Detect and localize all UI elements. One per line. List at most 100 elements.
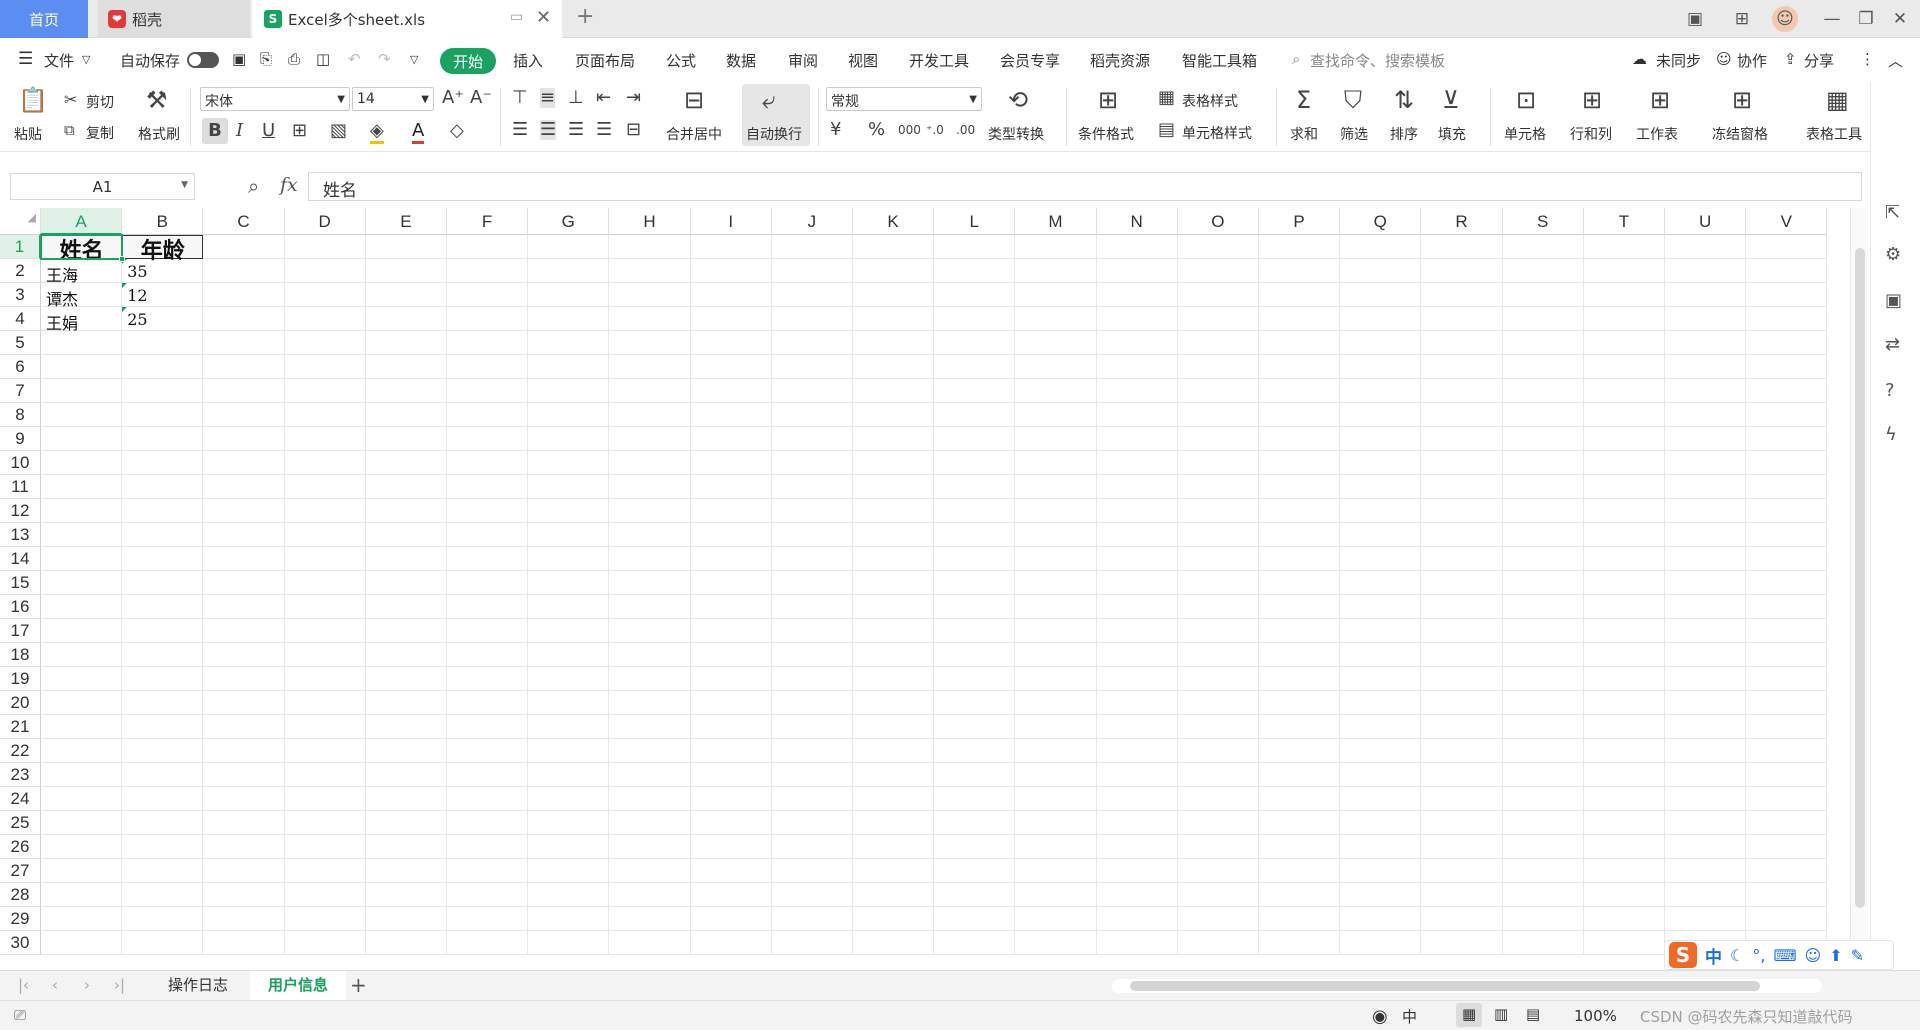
currency-icon[interactable]: ¥ — [830, 120, 841, 140]
outdent-icon[interactable]: ⇤ — [596, 88, 611, 108]
hamburger-icon[interactable]: ☰ — [18, 49, 33, 69]
ime-mode-label[interactable]: 中 — [1705, 943, 1722, 968]
menu-tab-smart-tools[interactable]: 智能工具箱 — [1182, 50, 1257, 71]
column-header-a[interactable]: A — [41, 208, 123, 235]
pointer-icon[interactable]: ⇱ — [1885, 202, 1900, 223]
cell-icon[interactable]: ⊡ — [1516, 86, 1536, 114]
close-tab-icon[interactable]: ✕ — [536, 7, 551, 28]
filter-button[interactable]: 筛选 — [1340, 124, 1368, 144]
print-icon[interactable]: ⎙ — [288, 50, 300, 68]
moon-icon[interactable]: ☾ — [1730, 946, 1744, 965]
italic-icon[interactable]: I — [236, 121, 243, 141]
collab-button[interactable]: 协作 — [1737, 50, 1767, 71]
row-header-20[interactable]: 20 — [0, 691, 41, 715]
number-format-select[interactable]: 常规 ▼ — [826, 87, 982, 111]
paste-icon[interactable]: 📋 — [18, 86, 48, 114]
fill-handle[interactable] — [119, 256, 126, 262]
row-col-icon[interactable]: ⊞ — [1582, 86, 1602, 114]
row-header-27[interactable]: 27 — [0, 859, 41, 883]
layout-icon[interactable]: ▣ — [1678, 6, 1712, 32]
align-center-icon[interactable]: ☰ — [540, 120, 557, 140]
row-header-5[interactable]: 5 — [0, 331, 41, 355]
column-header-d[interactable]: D — [284, 208, 366, 235]
freeze-panes-icon[interactable]: ⊞ — [1732, 86, 1752, 114]
keyboard-icon[interactable]: ⌨ — [1773, 946, 1796, 965]
cell-b2[interactable]: 35 — [127, 262, 147, 281]
quick-access-chevron-icon[interactable]: ▽ — [410, 53, 418, 66]
row-header-23[interactable]: 23 — [0, 763, 41, 787]
worksheet-icon[interactable]: ⊞ — [1650, 86, 1670, 114]
cell-b3[interactable]: 12 — [127, 286, 147, 305]
font-name-select[interactable]: 宋体 ▼ — [200, 87, 350, 111]
fill-pattern-icon[interactable]: ▧ — [330, 121, 347, 141]
table-tools-icon[interactable]: ▦ — [1826, 86, 1849, 114]
row-header-11[interactable]: 11 — [0, 475, 41, 499]
row-header-21[interactable]: 21 — [0, 715, 41, 739]
indent-icon[interactable]: ⇥ — [626, 88, 641, 108]
column-header-i[interactable]: I — [690, 208, 772, 235]
decrease-font-icon[interactable]: A⁻ — [470, 88, 492, 108]
align-right-icon[interactable]: ☰ — [568, 120, 584, 140]
row-header-25[interactable]: 25 — [0, 811, 41, 835]
worksheet-button[interactable]: 工作表 — [1636, 124, 1678, 144]
type-convert-icon[interactable]: ⟲ — [1008, 86, 1028, 114]
underline-icon[interactable]: U — [262, 121, 275, 141]
column-header-q[interactable]: Q — [1340, 208, 1422, 235]
fill-icon[interactable]: ⊻ — [1442, 86, 1460, 114]
row-header-2[interactable]: 2 — [0, 259, 41, 283]
row-col-button[interactable]: 行和列 — [1570, 124, 1612, 144]
merge-center-button[interactable]: 合并居中 — [666, 124, 722, 144]
filter-icon[interactable]: ⛉ — [1344, 86, 1362, 114]
column-header-m[interactable]: M — [1015, 208, 1097, 235]
row-header-15[interactable]: 15 — [0, 571, 41, 595]
tab-daoke[interactable]: ❤ 稻壳 — [98, 0, 250, 38]
table-tools-button[interactable]: 表格工具 — [1806, 124, 1862, 144]
row-header-1[interactable]: 1 — [0, 235, 41, 259]
vertical-scroll-thumb[interactable] — [1855, 248, 1865, 908]
fx-icon[interactable]: fx — [280, 174, 298, 196]
row-header-13[interactable]: 13 — [0, 523, 41, 547]
column-header-h[interactable]: H — [609, 208, 691, 235]
row-header-3[interactable]: 3 — [0, 283, 41, 307]
tab-document[interactable]: S Excel多个sheet.xls ▭ ✕ — [252, 0, 562, 38]
sum-icon[interactable]: Σ — [1296, 86, 1311, 114]
share-button[interactable]: 分享 — [1804, 50, 1834, 71]
increase-font-icon[interactable]: A⁺ — [442, 88, 464, 108]
menu-file[interactable]: 文件 — [44, 50, 74, 71]
menu-tab-member[interactable]: 会员专享 — [1000, 50, 1060, 71]
punctuation-icon[interactable]: °, — [1752, 946, 1765, 965]
menu-tab-review[interactable]: 审阅 — [788, 50, 818, 71]
autosave-toggle[interactable] — [187, 52, 219, 68]
column-header-o[interactable]: O — [1177, 208, 1259, 235]
align-left-icon[interactable]: ☰ — [512, 120, 528, 140]
type-convert-button[interactable]: 类型转换 — [988, 124, 1044, 144]
export-icon[interactable]: ⎘ — [260, 50, 272, 68]
column-header-b[interactable]: B — [122, 208, 204, 235]
collapse-ribbon-icon[interactable]: ︿ — [1888, 50, 1903, 71]
format-painter-icon[interactable]: ⚒ — [146, 86, 168, 114]
close-window-icon[interactable]: ✕ — [1886, 6, 1914, 32]
column-header-l[interactable]: L — [934, 208, 1016, 235]
column-header-r[interactable]: R — [1421, 208, 1503, 235]
input-mode-indicator[interactable]: 中 — [1402, 1006, 1417, 1027]
minimize-icon[interactable]: — — [1818, 6, 1846, 32]
tab-home[interactable]: 首页 — [0, 0, 88, 38]
menu-tab-developer[interactable]: 开发工具 — [909, 50, 969, 71]
column-header-t[interactable]: T — [1583, 208, 1665, 235]
row-header-14[interactable]: 14 — [0, 547, 41, 571]
column-header-v[interactable]: V — [1746, 208, 1828, 235]
restore-icon[interactable]: ❐ — [1852, 6, 1880, 32]
menu-tab-formulas[interactable]: 公式 — [666, 50, 696, 71]
transform-icon[interactable]: ⇄ — [1885, 334, 1900, 355]
sort-icon[interactable]: ⇅ — [1394, 86, 1414, 114]
cell-button[interactable]: 单元格 — [1504, 124, 1546, 144]
eye-protection-icon[interactable]: ◉ — [1372, 1006, 1388, 1027]
merge-center-icon[interactable]: ⊟ — [684, 86, 704, 114]
freeze-panes-button[interactable]: 冻结窗格 — [1712, 124, 1768, 144]
format-painter-button[interactable]: 格式刷 — [138, 124, 180, 144]
horizontal-scrollbar[interactable] — [1112, 979, 1822, 993]
last-sheet-icon[interactable]: ›| — [114, 976, 125, 994]
menu-tab-daoke-resources[interactable]: 稻壳资源 — [1090, 50, 1150, 71]
pin-icon[interactable]: ▭ — [510, 9, 523, 25]
align-top-icon[interactable]: ⊤ — [512, 88, 528, 108]
